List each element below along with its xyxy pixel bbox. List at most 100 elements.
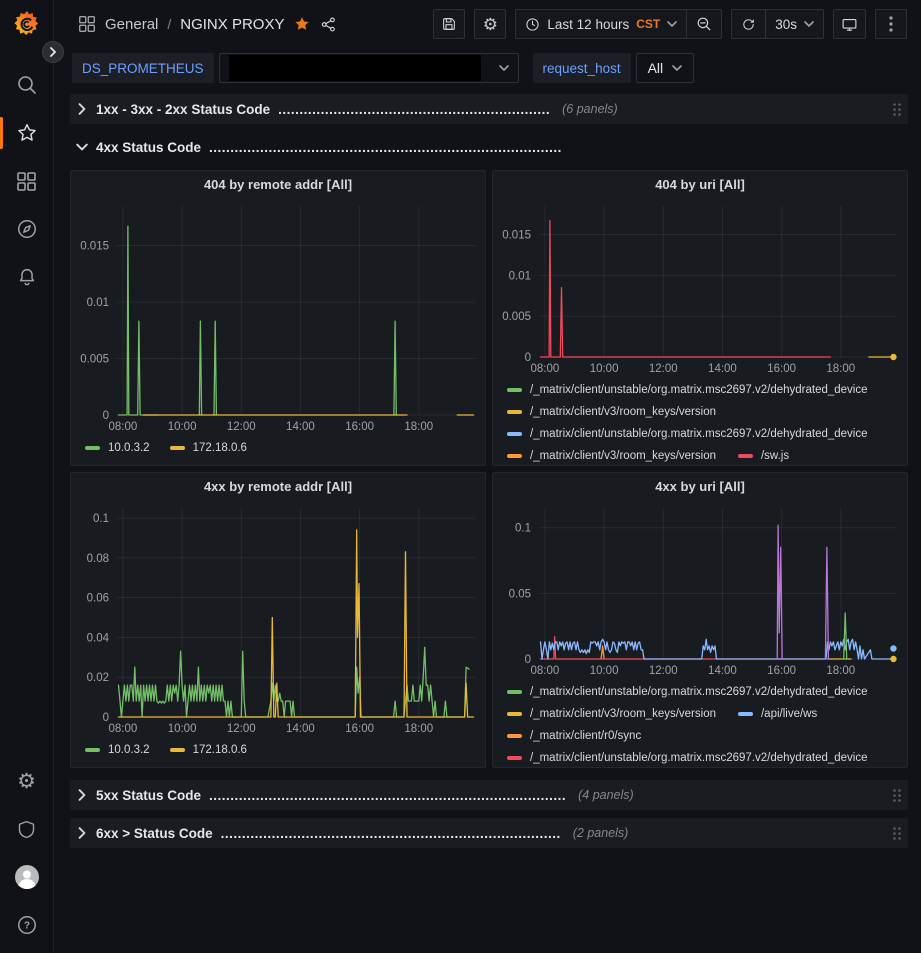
panel-title[interactable]: 4xx by uri [All] (493, 473, 907, 500)
variable-request-host: request_host All (533, 53, 695, 83)
row-4xx[interactable]: 4xx Status Code ........................… (70, 132, 908, 162)
svg-text:10:00: 10:00 (590, 363, 619, 375)
save-icon (441, 16, 457, 32)
svg-text:18:00: 18:00 (404, 723, 433, 735)
svg-text:0.01: 0.01 (509, 270, 531, 282)
chart-canvas[interactable]: 00.0050.010.01508:0010:0012:0014:0016:00… (493, 198, 907, 377)
gear-icon: ⚙ (483, 16, 498, 33)
row-5xx[interactable]: 5xx Status Code ........................… (70, 780, 908, 810)
panel-4xx-by-uri: 4xx by uri [All] 00.050.108:0010:0012:00… (492, 472, 908, 768)
ds-prometheus-select[interactable] (219, 53, 519, 83)
svg-text:0.01: 0.01 (87, 297, 109, 309)
time-range-picker[interactable]: Last 12 hours CST (516, 10, 686, 38)
chevron-right-icon (76, 827, 88, 839)
svg-text:14:00: 14:00 (286, 421, 315, 433)
dashboard-settings-button[interactable]: ⚙ (474, 9, 506, 39)
legend-item[interactable]: 10.0.3.2 (85, 739, 150, 761)
dashboard-title: NGINX PROXY (180, 16, 284, 33)
panel-legend: 10.0.3.2 172.18.0.6 (71, 435, 485, 465)
request-host-select[interactable]: All (636, 53, 695, 83)
panel-grid: 404 by remote addr [All] 00.0050.010.015… (70, 170, 908, 768)
legend-item[interactable]: /_matrix/client/unstable/org.matrix.msc2… (507, 379, 868, 401)
apps-grid-icon[interactable] (78, 15, 96, 33)
legend-item[interactable]: /sw.js (738, 445, 789, 465)
legend-swatch (170, 446, 185, 450)
panel-title[interactable]: 404 by uri [All] (493, 171, 907, 198)
svg-text:10:00: 10:00 (168, 421, 197, 433)
svg-text:0.1: 0.1 (515, 523, 531, 535)
chart-canvas[interactable]: 00.050.108:0010:0012:0014:0016:0018:00 (493, 500, 907, 679)
panel-title[interactable]: 404 by remote addr [All] (71, 171, 485, 198)
legend-item[interactable]: /api/live/ws (738, 703, 817, 725)
legend-item[interactable]: /_matrix/client/v3/room_keys/version (507, 445, 716, 465)
refresh-button[interactable] (732, 10, 765, 38)
legend-item[interactable]: /_matrix/client/unstable/org.matrix.msc2… (507, 681, 868, 703)
legend-item[interactable]: /_matrix/client/unstable/org.matrix.msc2… (507, 423, 868, 445)
grafana-logo[interactable] (12, 9, 42, 39)
svg-text:08:00: 08:00 (531, 363, 560, 375)
share-icon[interactable] (320, 16, 337, 33)
legend-item[interactable]: /_matrix/client/v3/room_keys/version (507, 401, 716, 423)
panel-legend: 10.0.3.2 172.18.0.6 (71, 737, 485, 767)
sidebar-item-starred[interactable] (0, 109, 53, 157)
panel-title[interactable]: 4xx by remote addr [All] (71, 473, 485, 500)
row-drag-handle[interactable] (892, 102, 902, 117)
legend-item[interactable]: 172.18.0.6 (170, 437, 247, 459)
legend-label: /_matrix/client/unstable/org.matrix.msc2… (530, 384, 868, 396)
svg-text:12:00: 12:00 (227, 421, 256, 433)
legend-item[interactable]: /_matrix/client/r0/sync (507, 725, 641, 747)
legend-swatch (507, 734, 522, 738)
row-1xx-3xx-2xx[interactable]: 1xx - 3xx - 2xx Status Code ............… (70, 94, 908, 124)
more-options-button[interactable] (875, 9, 907, 39)
breadcrumb: General / NGINX PROXY (78, 15, 337, 33)
variables-bar: DS_PROMETHEUS request_host All (54, 48, 921, 88)
legend-label: /_matrix/client/unstable/org.matrix.msc2… (530, 752, 868, 764)
sidebar-item-search[interactable] (0, 61, 53, 109)
svg-text:0.04: 0.04 (87, 632, 110, 644)
variable-label: DS_PROMETHEUS (72, 53, 214, 83)
favorite-star-icon[interactable] (293, 15, 311, 33)
legend-item[interactable]: 10.0.3.2 (85, 437, 150, 459)
chart-canvas[interactable]: 00.0050.010.01508:0010:0012:0014:0016:00… (71, 198, 485, 435)
svg-text:16:00: 16:00 (345, 723, 374, 735)
svg-text:0.1: 0.1 (93, 513, 109, 525)
breadcrumb-folder[interactable]: General (105, 16, 158, 33)
refresh-interval-picker[interactable]: 30s (765, 10, 823, 38)
sidebar-item-dashboards[interactable] (0, 157, 53, 205)
avatar (14, 864, 40, 890)
sidebar-item-configuration[interactable]: ⚙ (0, 757, 53, 805)
row-drag-handle[interactable] (892, 788, 902, 803)
chevron-right-icon (76, 789, 88, 801)
row-6xx[interactable]: 6xx > Status Code ......................… (70, 818, 908, 848)
svg-text:14:00: 14:00 (708, 665, 737, 677)
zoom-out-time-button[interactable] (686, 10, 721, 38)
legend-label: 172.18.0.6 (193, 744, 247, 756)
row-title: 1xx - 3xx - 2xx Status Code (96, 102, 270, 117)
svg-text:18:00: 18:00 (404, 421, 433, 433)
legend-swatch (170, 748, 185, 752)
redacted-value (229, 55, 481, 81)
row-dots: ........................................… (278, 102, 550, 117)
legend-label: /_matrix/client/unstable/org.matrix.msc2… (530, 428, 868, 440)
bell-icon (16, 266, 38, 288)
kebab-menu-icon (889, 16, 893, 32)
dashboards-grid-icon (16, 171, 37, 192)
sidebar-item-help[interactable]: ? (0, 901, 53, 949)
cycle-view-mode-button[interactable] (833, 9, 866, 39)
sidebar-item-alerting[interactable] (0, 253, 53, 301)
legend-swatch (507, 388, 522, 392)
legend-item[interactable]: /_matrix/client/v3/room_keys/version (507, 703, 716, 725)
sidebar-item-profile[interactable] (0, 853, 53, 901)
svg-text:0.015: 0.015 (80, 241, 109, 253)
sidebar-item-server-admin[interactable] (0, 805, 53, 853)
sidebar-expand-button[interactable] (42, 41, 64, 63)
time-controls: Last 12 hours CST (515, 9, 722, 39)
legend-item[interactable]: /_matrix/client/unstable/org.matrix.msc2… (507, 747, 868, 767)
row-drag-handle[interactable] (892, 826, 902, 841)
legend-item[interactable]: 172.18.0.6 (170, 739, 247, 761)
svg-text:12:00: 12:00 (649, 665, 678, 677)
save-dashboard-button[interactable] (433, 9, 465, 39)
chart-canvas[interactable]: 00.020.040.060.080.108:0010:0012:0014:00… (71, 500, 485, 737)
sidebar-item-explore[interactable] (0, 205, 53, 253)
legend-label: /_matrix/client/v3/room_keys/version (530, 406, 716, 418)
